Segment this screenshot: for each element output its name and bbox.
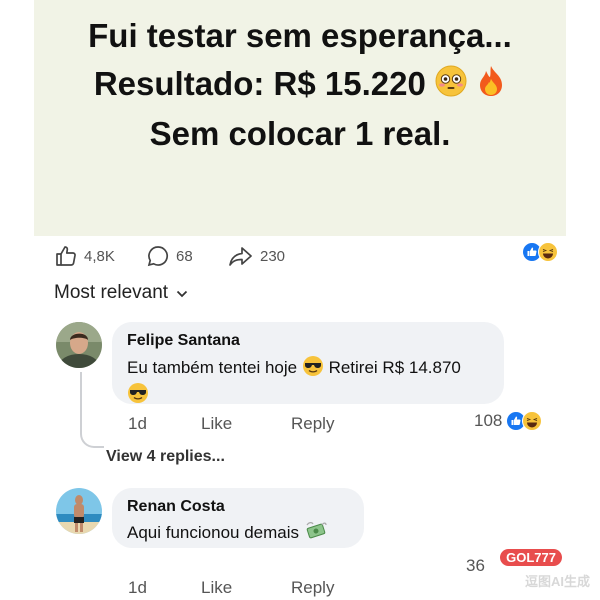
share-arrow-icon [228,244,254,268]
like-button[interactable]: Like [201,578,232,598]
reaction-count: 108 [474,411,503,430]
comment-bubble[interactable]: Renan Costa Aqui funcionou demais [112,488,364,548]
watermark-text: 逗图AI生成 [524,574,590,589]
post-line-3: Sem colocar 1 real. [149,115,451,153]
fire-icon [476,62,506,110]
avatar[interactable] [56,322,102,368]
share-action[interactable]: 230 [228,244,285,268]
reaction-icons[interactable] [522,242,558,266]
like-count: 4,8K [84,247,115,265]
like-action[interactable]: 4,8K [54,244,115,268]
reply-button[interactable]: Reply [291,414,334,434]
comment-sort-dropdown[interactable]: Most relevant [54,282,188,304]
comment-text: Aqui funcionou demais [127,520,328,547]
view-replies-link[interactable]: View 4 replies... [106,448,225,466]
watermark-badge: GOL777 [500,549,562,566]
comment-text: Eu também tentei hoje Retirei R$ 14.870 [127,355,461,409]
post-line-2: Resultado: R$ 15.220 [34,60,566,110]
money-with-wings-icon [304,520,328,547]
share-count: 230 [260,247,286,265]
like-button[interactable]: Like [201,414,232,434]
comment-time: 1d [128,578,147,597]
comment-action[interactable]: 68 [146,244,193,268]
comment-author[interactable]: Felipe Santana [127,332,240,350]
avatar-photo [56,488,102,534]
comment-text-part-1: Eu também tentei hoje [127,357,298,377]
flushed-face-icon [435,62,467,110]
avatar[interactable] [56,488,102,534]
comment-bubble-icon [146,244,170,268]
haha-reaction-icon [522,411,543,431]
comment-text-part-2: Retirei R$ 14.870 [328,357,461,377]
post-stats-bar: 4,8K 68 230 [54,240,558,270]
comment-text-part-1: Aqui funcionou demais [127,522,300,542]
avatar-photo [56,322,102,368]
chevron-down-icon [176,282,188,304]
sort-label: Most relevant [54,282,169,303]
post-image[interactable]: Fui testar sem esperança... Resultado: R… [34,0,566,236]
thread-connector [80,372,104,448]
reaction-icons [506,411,543,431]
haha-reaction-icon [538,242,558,266]
comment-reactions[interactable]: 108 [474,411,543,431]
reaction-count: 36 [466,556,485,575]
comment-count: 68 [176,247,193,265]
post-image-text: Fui testar sem esperança... Resultado: R… [34,12,566,158]
comment-author[interactable]: Renan Costa [127,498,225,516]
post-line-2-text: Resultado: R$ 15.220 [93,65,426,102]
reply-button[interactable]: Reply [291,578,334,598]
thumbs-up-icon [54,244,78,268]
post-line-1: Fui testar sem esperança... [88,17,512,54]
comment-bubble[interactable]: Felipe Santana Eu também tentei hoje Ret… [112,322,504,404]
sunglasses-face-icon [302,355,324,382]
sunglasses-face-icon [127,382,149,409]
comment-time: 1d [128,414,147,433]
comment-reactions[interactable]: 36 [466,556,485,576]
